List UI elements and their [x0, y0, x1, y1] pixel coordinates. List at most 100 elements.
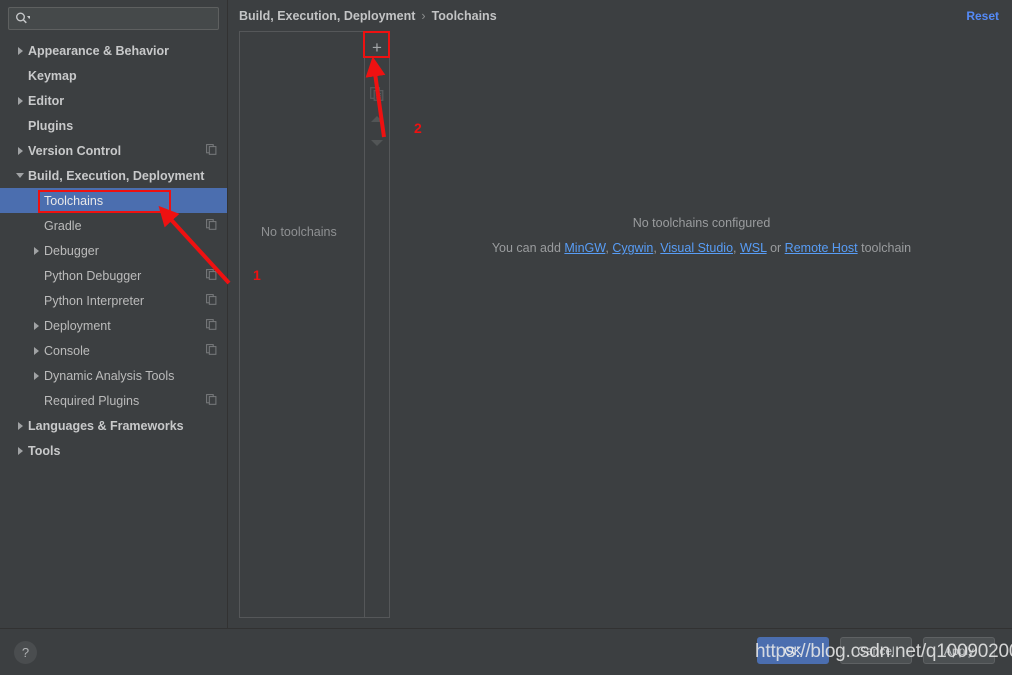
sidebar-item-required-plugins[interactable]: Required Plugins — [0, 388, 227, 413]
ok-button[interactable]: OK — [757, 637, 829, 664]
mingw-link[interactable]: MinGW — [564, 241, 605, 255]
sidebar-item-label: Appearance & Behavior — [28, 43, 170, 58]
breadcrumb-leaf: Toolchains — [431, 9, 497, 23]
toolchain-detail-pane: No toolchains configured You can add Min… — [391, 31, 1012, 618]
sidebar-item-label: Python Interpreter — [44, 293, 145, 308]
chevron-right-icon[interactable] — [12, 46, 28, 55]
sidebar-item-tools[interactable]: Tools — [0, 438, 227, 463]
sidebar-item-label: Tools — [28, 443, 61, 458]
chevron-right-icon[interactable] — [12, 96, 28, 105]
sidebar-item-toolchains[interactable]: Toolchains — [0, 188, 227, 213]
plus-icon: + — [372, 37, 382, 57]
remote-host-link[interactable]: Remote Host — [785, 241, 858, 255]
cancel-button[interactable]: Cancel — [840, 637, 912, 664]
sidebar-item-label: Build, Execution, Deployment — [28, 168, 205, 183]
breadcrumb: Build, Execution, Deployment › Toolchains — [239, 9, 497, 23]
project-scope-icon — [206, 318, 217, 333]
triangle-up-icon — [371, 116, 383, 122]
triangle-right-glyph — [17, 96, 23, 105]
sidebar-item-label: Required Plugins — [44, 393, 140, 408]
reset-link[interactable]: Reset — [966, 9, 999, 23]
sidebar-item-label: Languages & Frameworks — [28, 418, 184, 433]
add-toolchain-button[interactable]: + — [365, 35, 389, 59]
move-up-button[interactable] — [365, 107, 389, 131]
chevron-down-icon[interactable] — [12, 173, 28, 178]
visual-studio-link[interactable]: Visual Studio — [660, 241, 733, 255]
empty-state-prefix: You can add — [491, 241, 565, 255]
search-area — [0, 0, 227, 30]
project-scope-icon — [206, 343, 217, 358]
project-scope-icon — [206, 268, 217, 283]
chevron-right-icon[interactable] — [12, 446, 28, 455]
remove-toolchain-button[interactable]: − — [365, 59, 389, 83]
sidebar-item-build-execution-deployment[interactable]: Build, Execution, Deployment — [0, 163, 227, 188]
breadcrumb-root[interactable]: Build, Execution, Deployment — [239, 9, 415, 23]
toolchains-list-panel[interactable]: No toolchains — [239, 31, 364, 618]
wsl-link[interactable]: WSL — [740, 241, 767, 255]
project-scope-icon — [206, 218, 217, 233]
copy-icon — [370, 86, 384, 104]
empty-state-suffix: toolchain — [857, 241, 912, 255]
chevron-right-icon[interactable] — [28, 371, 44, 380]
chevron-right-icon[interactable] — [12, 146, 28, 155]
sidebar-item-languages-frameworks[interactable]: Languages & Frameworks — [0, 413, 227, 438]
triangle-right-glyph — [33, 346, 39, 355]
sidebar-item-console[interactable]: Console — [0, 338, 227, 363]
project-scope-icon — [206, 393, 217, 408]
sidebar-item-appearance-behavior[interactable]: Appearance & Behavior — [0, 38, 227, 63]
triangle-right-glyph — [17, 46, 23, 55]
settings-sidebar: Appearance & Behavior Keymap Editor Plugins… — [0, 0, 228, 628]
sidebar-item-version-control[interactable]: Version Control — [0, 138, 227, 163]
sidebar-item-plugins[interactable]: Plugins — [0, 113, 227, 138]
search-box[interactable] — [8, 7, 219, 30]
sidebar-item-gradle[interactable]: Gradle — [0, 213, 227, 238]
content-header: Build, Execution, Deployment › Toolchains … — [229, 0, 1012, 33]
cygwin-link[interactable]: Cygwin — [612, 241, 653, 255]
sidebar-item-label: Version Control — [28, 143, 122, 158]
apply-button[interactable]: Apply — [923, 637, 995, 664]
search-icon — [15, 12, 30, 25]
triangle-right-glyph — [17, 146, 23, 155]
sidebar-item-label: Deployment — [44, 318, 111, 333]
sidebar-item-dynamic-analysis-tools[interactable]: Dynamic Analysis Tools — [0, 363, 227, 388]
triangle-right-glyph — [17, 446, 23, 455]
breadcrumb-separator-icon: › — [421, 9, 426, 23]
chevron-right-icon[interactable] — [12, 421, 28, 430]
sidebar-item-deployment[interactable]: Deployment — [0, 313, 227, 338]
triangle-down-icon — [371, 140, 383, 146]
triangle-right-glyph — [33, 246, 39, 255]
sidebar-item-label: Debugger — [44, 243, 99, 258]
triangle-right-glyph — [17, 421, 23, 430]
question-mark-icon: ? — [21, 645, 30, 660]
sidebar-item-label: Console — [44, 343, 90, 358]
sidebar-item-keymap[interactable]: Keymap — [0, 63, 227, 88]
sidebar-item-editor[interactable]: Editor — [0, 88, 227, 113]
sidebar-item-label: Plugins — [28, 118, 74, 133]
chevron-right-icon[interactable] — [28, 246, 44, 255]
copy-toolchain-button[interactable] — [365, 83, 389, 107]
chevron-right-icon[interactable] — [28, 321, 44, 330]
triangle-down-glyph — [16, 173, 24, 178]
sidebar-item-label: Dynamic Analysis Tools — [44, 368, 175, 383]
minus-icon: − — [372, 61, 382, 81]
sidebar-item-python-interpreter[interactable]: Python Interpreter — [0, 288, 227, 313]
project-scope-icon — [206, 143, 217, 158]
project-scope-icon — [206, 293, 217, 308]
sidebar-item-debugger[interactable]: Debugger — [0, 238, 227, 263]
link-sep-3: , — [733, 241, 740, 255]
settings-tree: Appearance & Behavior Keymap Editor Plugins… — [0, 38, 227, 463]
sidebar-item-label: Toolchains — [44, 193, 104, 208]
chevron-right-icon[interactable] — [28, 346, 44, 355]
help-button[interactable]: ? — [14, 641, 37, 664]
move-down-button[interactable] — [365, 131, 389, 155]
toolchains-empty-label: No toolchains — [261, 225, 337, 239]
sidebar-item-label: Editor — [28, 93, 65, 108]
search-input[interactable] — [30, 9, 218, 28]
toolchains-toolbar: + − — [364, 31, 390, 618]
triangle-right-glyph — [33, 371, 39, 380]
sidebar-item-label: Keymap — [28, 68, 77, 83]
link-sep-4: or — [766, 241, 785, 255]
settings-dialog: Appearance & Behavior Keymap Editor Plugins… — [0, 0, 1012, 675]
sidebar-item-python-debugger[interactable]: Python Debugger — [0, 263, 227, 288]
sidebar-item-label: Gradle — [44, 218, 82, 233]
